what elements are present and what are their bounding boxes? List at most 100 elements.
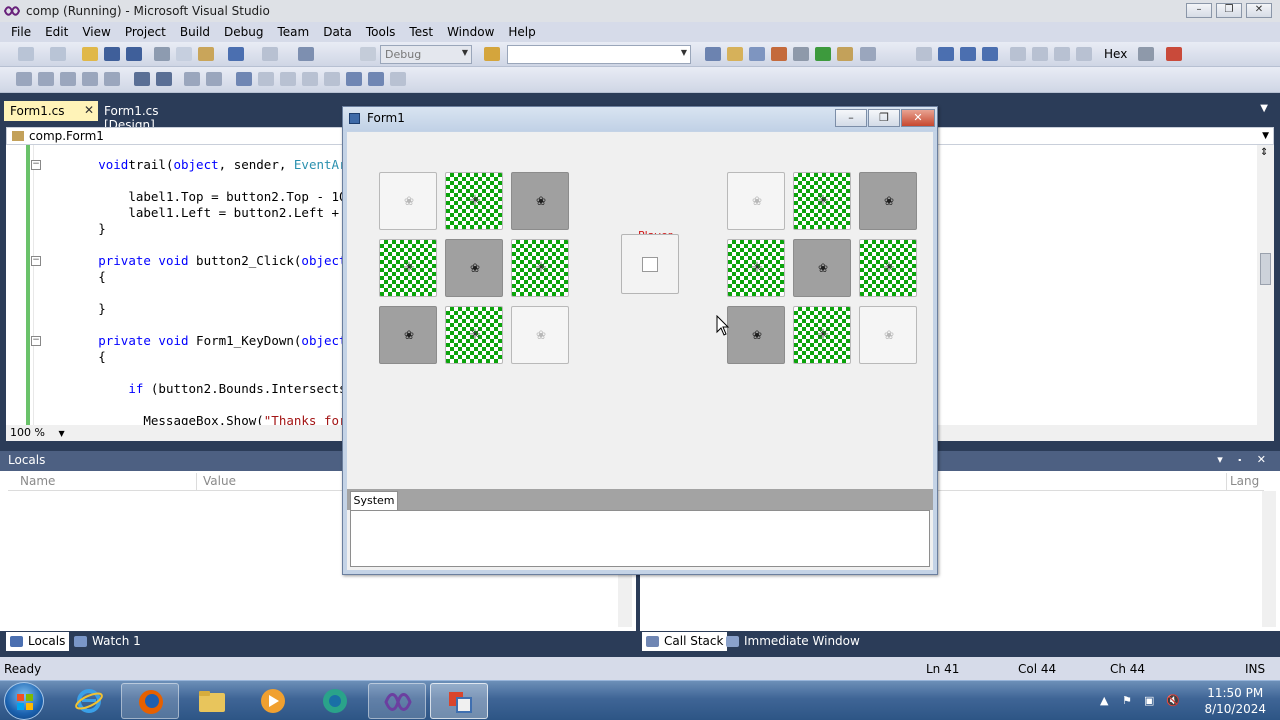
uncomment-icon[interactable] xyxy=(206,72,222,86)
code-line[interactable]: { xyxy=(38,269,106,284)
stop-debugging-icon[interactable] xyxy=(960,47,976,61)
code-line[interactable]: } xyxy=(38,221,106,236)
tile-gray[interactable]: ❀ xyxy=(445,239,503,297)
tools-icon[interactable] xyxy=(793,47,809,61)
align-grid-icon[interactable] xyxy=(16,72,32,86)
menu-file[interactable]: File xyxy=(4,25,38,39)
next-bookmark-icon[interactable] xyxy=(280,72,296,86)
code-line[interactable]: label1.Left = button2.Left + 15 xyxy=(38,205,361,220)
toolbox-icon[interactable] xyxy=(771,47,787,61)
continue-icon[interactable] xyxy=(916,47,932,61)
start-button[interactable] xyxy=(4,682,44,720)
align-rights-icon[interactable] xyxy=(82,72,98,86)
align-centers-icon[interactable] xyxy=(60,72,76,86)
taskbar-browser[interactable] xyxy=(306,683,364,719)
align-lefts-icon[interactable] xyxy=(38,72,54,86)
next-in-folder-icon[interactable] xyxy=(324,72,340,86)
tile-gray[interactable]: ❀ xyxy=(379,306,437,364)
step-into-icon[interactable] xyxy=(1032,47,1048,61)
menu-help[interactable]: Help xyxy=(501,25,542,39)
comment-icon[interactable] xyxy=(184,72,200,86)
chevron-down-icon[interactable]: ▼ xyxy=(58,429,64,438)
chevron-down-icon[interactable]: ▼ xyxy=(1262,128,1269,144)
close-button[interactable]: ✕ xyxy=(1246,3,1272,18)
tile-green[interactable]: ✳ xyxy=(793,172,851,230)
restore-button[interactable]: ❐ xyxy=(1216,3,1242,18)
breakpoints-icon[interactable] xyxy=(1138,47,1154,61)
tile-white[interactable]: ❀ xyxy=(379,172,437,230)
column-header-language[interactable]: Lang xyxy=(1230,474,1259,488)
paste-icon[interactable] xyxy=(198,47,214,61)
properties-icon[interactable] xyxy=(727,47,743,61)
taskbar-windows-forms-app[interactable] xyxy=(430,683,488,719)
column-divider[interactable] xyxy=(196,473,197,490)
tile-green[interactable]: ✳ xyxy=(445,306,503,364)
tile-gray[interactable]: ❀ xyxy=(793,239,851,297)
zoom-level[interactable]: 100 % xyxy=(10,426,45,439)
tile-green[interactable]: ✳ xyxy=(445,172,503,230)
call-stack-vertical-scrollbar[interactable] xyxy=(1262,491,1276,627)
action-center-flag-icon[interactable]: ⚑ xyxy=(1122,694,1136,707)
new-project-icon[interactable] xyxy=(18,47,34,61)
server-explorer-icon[interactable] xyxy=(815,47,831,61)
column-header-name[interactable]: Name xyxy=(20,474,55,488)
code-line[interactable]: label1.Top = button2.Top - 10; xyxy=(38,189,354,204)
indent-icon[interactable] xyxy=(156,72,172,86)
clear-bookmarks-icon[interactable] xyxy=(390,72,406,86)
step-over-icon[interactable] xyxy=(1054,47,1070,61)
code-line[interactable]: private void button2_Click(object s xyxy=(38,253,361,268)
menu-data[interactable]: Data xyxy=(316,25,359,39)
form1-window[interactable]: Form1 – ❐ ✕ ❀✳❀✳❀✳❀✳❀ Player ❀✳❀✳❀✳❀✳❀ S… xyxy=(342,106,938,575)
next-in-doc-icon[interactable] xyxy=(368,72,384,86)
taskbar-visual-studio[interactable] xyxy=(368,683,426,719)
code-line[interactable]: if (button2.Bounds.IntersectsWi xyxy=(38,381,361,396)
break-all-icon[interactable] xyxy=(938,47,954,61)
class-view-icon[interactable] xyxy=(837,47,853,61)
code-line[interactable]: voidtrail(object, sender, EventArgs xyxy=(38,157,361,172)
close-icon[interactable]: ✕ xyxy=(84,103,94,117)
code-line[interactable]: { xyxy=(38,349,106,364)
tile-white[interactable]: ❀ xyxy=(859,306,917,364)
find-combo[interactable]: ▼ xyxy=(507,45,691,64)
split-icon[interactable]: ⇕ xyxy=(1260,147,1268,158)
format-icon[interactable] xyxy=(134,72,150,86)
copy-icon[interactable] xyxy=(176,47,192,61)
align-tops-icon[interactable] xyxy=(104,72,120,86)
form1-minimize-button[interactable]: – xyxy=(835,109,867,127)
taskbar-internet-explorer[interactable] xyxy=(60,683,118,719)
tab-form1-cs[interactable]: Form1.cs ✕ xyxy=(4,101,98,121)
code-line[interactable]: MessageBox.Show("Thanks for xyxy=(38,413,346,425)
taskbar-media-player[interactable] xyxy=(244,683,302,719)
code-line[interactable]: private void Form1_KeyDown(object s xyxy=(38,333,361,348)
navigate-icon[interactable] xyxy=(298,47,314,61)
tile-gray[interactable]: ❀ xyxy=(859,172,917,230)
column-divider[interactable] xyxy=(1226,473,1227,490)
tab-immediate-window[interactable]: Immediate Window xyxy=(722,632,864,651)
start-debugging-icon[interactable] xyxy=(360,47,376,61)
window-header-controls[interactable]: ▾ ⬝ ✕ xyxy=(1217,453,1272,467)
tile-white[interactable]: ❀ xyxy=(511,306,569,364)
code-line[interactable]: } xyxy=(38,301,106,316)
show-next-statement-icon[interactable] xyxy=(1010,47,1026,61)
menu-view[interactable]: View xyxy=(75,25,117,39)
show-hidden-icons-icon[interactable]: ▲ xyxy=(1100,694,1114,707)
tab-watch-1[interactable]: Watch 1 xyxy=(70,632,145,651)
save-all-icon[interactable] xyxy=(126,47,142,61)
prev-bookmark-icon[interactable] xyxy=(258,72,274,86)
tab-form1-design[interactable]: Form1.cs [Design] xyxy=(98,101,218,132)
add-item-icon[interactable] xyxy=(50,47,66,61)
column-header-value[interactable]: Value xyxy=(203,474,236,488)
menu-tools[interactable]: Tools xyxy=(359,25,403,39)
tile-gray[interactable]: ❀ xyxy=(727,306,785,364)
open-file-icon[interactable] xyxy=(82,47,98,61)
hex-toggle[interactable]: Hex xyxy=(1104,47,1127,61)
minimize-button[interactable]: – xyxy=(1186,3,1212,18)
output-icon[interactable] xyxy=(1166,47,1182,61)
menu-test[interactable]: Test xyxy=(402,25,440,39)
bookmark-icon[interactable] xyxy=(236,72,252,86)
tab-system[interactable]: System xyxy=(350,491,398,510)
prev-in-doc-icon[interactable] xyxy=(346,72,362,86)
network-icon[interactable]: ▣ xyxy=(1144,694,1158,707)
menu-window[interactable]: Window xyxy=(440,25,501,39)
taskbar-firefox[interactable] xyxy=(121,683,179,719)
